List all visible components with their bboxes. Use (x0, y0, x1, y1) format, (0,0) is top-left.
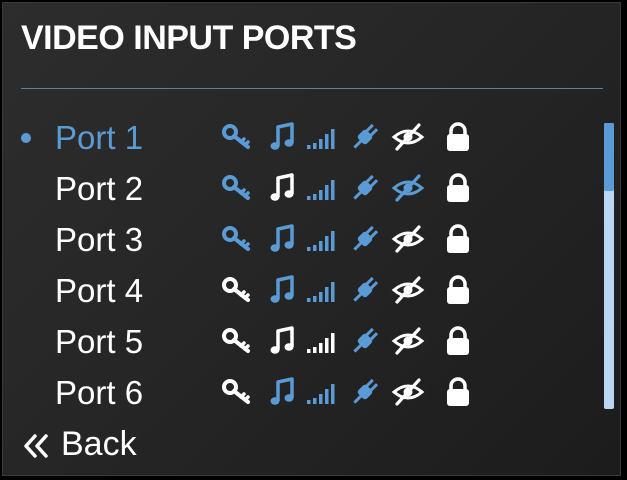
port-row[interactable]: Port 2 (3, 164, 603, 214)
eye-off-icon (391, 325, 425, 357)
port-label: Port 1 (55, 119, 144, 156)
lock-icon (441, 376, 475, 408)
signal-bars-icon (305, 223, 339, 255)
music-note-icon (266, 223, 300, 255)
port-row[interactable]: Port 6 (3, 368, 603, 418)
music-note-icon (266, 325, 300, 357)
lock-icon (441, 172, 475, 204)
port-row[interactable]: Port 5 (3, 317, 603, 367)
key-icon (221, 121, 255, 153)
signal-bars-icon (305, 172, 339, 204)
header-divider (21, 88, 603, 89)
scrollbar-thumb[interactable] (604, 123, 614, 191)
port-label: Port 6 (55, 374, 144, 411)
eye-off-icon (391, 376, 425, 408)
port-row[interactable]: Port 3 (3, 215, 603, 265)
signal-bars-icon (305, 325, 339, 357)
port-row[interactable]: Port 4 (3, 266, 603, 316)
lock-icon (441, 325, 475, 357)
music-note-icon (266, 274, 300, 306)
music-note-icon (266, 172, 300, 204)
key-icon (221, 274, 255, 306)
signal-bars-icon (305, 274, 339, 306)
double-chevron-left-icon (24, 434, 48, 458)
back-label: Back (61, 425, 137, 463)
signal-bars-icon (305, 121, 339, 153)
key-icon (221, 172, 255, 204)
plug-icon (348, 121, 382, 153)
music-note-icon (266, 121, 300, 153)
port-label: Port 2 (55, 170, 144, 207)
lock-icon (441, 121, 475, 153)
lock-icon (441, 223, 475, 255)
signal-bars-icon (305, 376, 339, 408)
plug-icon (348, 274, 382, 306)
page-title: VIDEO INPUT PORTS (21, 19, 357, 57)
lock-icon (441, 274, 475, 306)
eye-off-icon (391, 223, 425, 255)
plug-icon (348, 172, 382, 204)
port-label: Port 4 (55, 272, 144, 309)
eye-off-icon (391, 274, 425, 306)
port-label: Port 5 (55, 323, 144, 360)
eye-off-icon (391, 121, 425, 153)
selected-bullet (21, 133, 31, 143)
plug-icon (348, 325, 382, 357)
video-input-ports-panel: VIDEO INPUT PORTS Port 1 Port 2 Port 3 Port… (2, 2, 621, 476)
key-icon (221, 376, 255, 408)
plug-icon (348, 376, 382, 408)
plug-icon (348, 223, 382, 255)
scrollbar[interactable] (604, 123, 614, 409)
key-icon (221, 325, 255, 357)
key-icon (221, 223, 255, 255)
music-note-icon (266, 376, 300, 408)
port-row[interactable]: Port 1 (3, 113, 603, 163)
port-label: Port 3 (55, 221, 144, 258)
eye-off-icon (391, 172, 425, 204)
